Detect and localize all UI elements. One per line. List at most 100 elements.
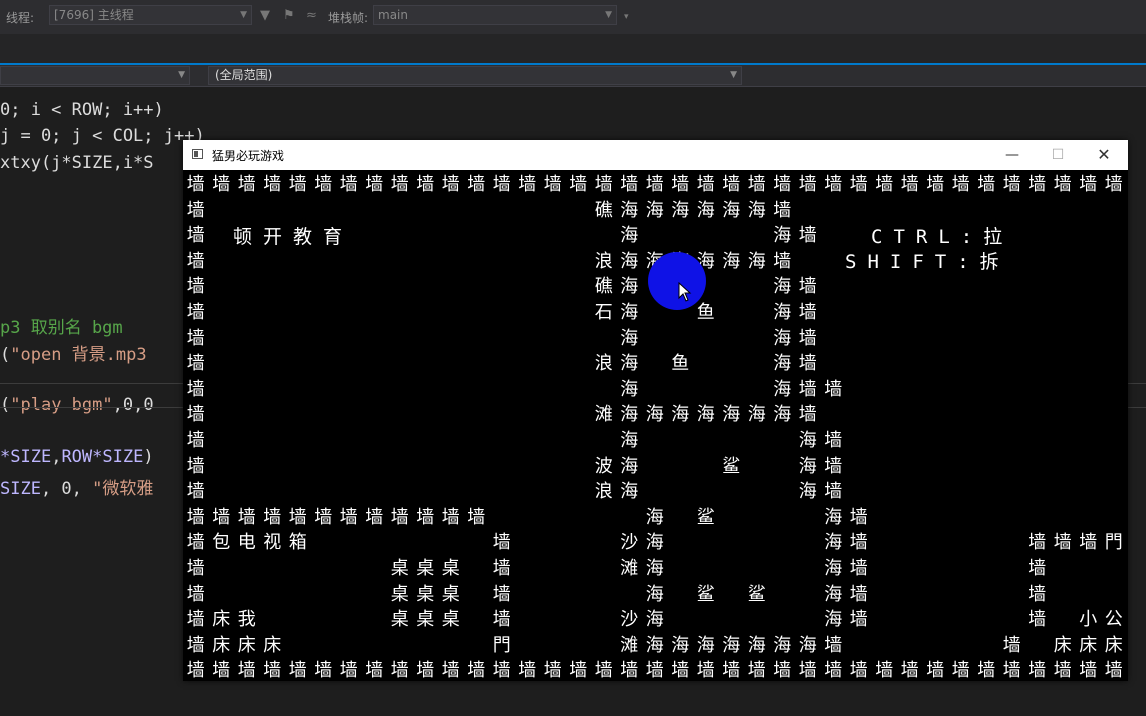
map-cell [617,582,643,608]
map-cell [872,582,898,608]
map-cell: 墙 [594,660,613,682]
map-cell [1050,274,1076,300]
flag-icon[interactable]: ⚑ [283,8,295,23]
map-cell: 墙 [722,174,741,195]
map-cell [948,582,974,608]
map-cell [260,402,286,428]
map-cell: 墙 [492,557,511,579]
map-cell [1101,479,1127,505]
map-cell [846,633,872,659]
map-cell: 海 [696,634,715,656]
map-cell [515,505,541,531]
map-cell [285,582,311,608]
map-cell [413,198,439,224]
map-cell [285,479,311,505]
map-cell [719,223,745,249]
overflow-icon[interactable]: ▾ [624,12,629,22]
map-cell [744,223,770,249]
map-cell [438,351,464,377]
game-window-titlebar[interactable]: 猛男必玩游戏 — ☐ ✕ [183,140,1128,170]
thread-combo[interactable]: [7696] 主线程 ▼ [49,5,252,25]
map-cell [515,249,541,275]
maximize-button[interactable]: ☐ [1035,140,1081,170]
map-cell: 墙 [365,660,384,682]
code-line[interactable]: xtxy(j*SIZE,i*S [0,153,154,173]
map-cell: 墙 [288,660,307,682]
map-cell [540,428,566,454]
map-cell: 墙 [671,660,690,682]
map-cell: 海 [798,634,817,656]
map-cell [387,377,413,403]
minimize-button[interactable]: — [989,140,1035,170]
map-cell: 桌 [390,583,409,605]
map-cell [464,428,490,454]
map-cell [1025,249,1051,275]
map-cell [974,530,1000,556]
map-cell: 鱼 [696,301,715,323]
map-cell [1101,300,1127,326]
map-cell: 海 [773,634,792,656]
project-combo[interactable]: ▼ [0,66,190,85]
map-cell [515,223,541,249]
map-cell [693,428,719,454]
game-canvas[interactable]: 墙墙墙墙墙墙墙墙墙墙墙墙墙墙墙墙墙墙墙墙墙墙墙墙墙墙墙墙墙墙墙墙墙墙墙墙墙墙礁海… [183,170,1128,681]
map-cell: 包 [212,532,231,554]
close-button[interactable]: ✕ [1081,140,1127,170]
map-cell: 床 [212,634,231,656]
map-cell [897,300,923,326]
map-cell [260,454,286,480]
map-cell [668,505,694,531]
map-cell [719,274,745,300]
map-cell: 滩 [620,634,639,656]
map-cell [540,633,566,659]
map-cell [285,326,311,352]
company-label: 顿开教育 [233,226,354,248]
map-cell: 石 [594,301,613,323]
code-line[interactable]: ("open 背景.mp3 [0,340,147,365]
map-cell [897,198,923,224]
code-line[interactable]: p3 取别名 bgm [0,313,123,338]
map-cell: 海 [798,481,817,503]
map-cell: 墙 [824,481,843,503]
map-cell: 海 [722,404,741,426]
map-cell: 海 [620,276,639,298]
map-cell [566,607,592,633]
map-cell [948,402,974,428]
map-cell [974,556,1000,582]
code-line[interactable]: ("play bgm",0,0 [0,395,154,415]
code-line[interactable]: 0; i < ROW; i++) [0,100,164,120]
map-cell [464,326,490,352]
map-cell: 墙 [1002,634,1021,656]
threads-icon[interactable]: ≈ [306,8,317,23]
map-cell [438,198,464,224]
map-cell: 浪 [594,250,613,272]
map-cell [336,402,362,428]
map-cell [260,607,286,633]
map-cell [336,556,362,582]
code-line[interactable]: j = 0; j < COL; j++) [0,126,205,146]
code-line[interactable]: *SIZE,ROW*SIZE) [0,447,154,467]
map-cell: 海 [671,634,690,656]
map-cell [668,479,694,505]
scope-combo[interactable]: (全局范围) ▼ [208,66,742,85]
map-cell: 海 [620,199,639,221]
map-cell [974,300,1000,326]
map-cell [362,351,388,377]
map-cell [413,530,439,556]
map-cell: 墙 [594,174,613,195]
map-cell [362,402,388,428]
map-cell [923,556,949,582]
game-window[interactable]: 猛男必玩游戏 — ☐ ✕ 墙墙墙墙墙墙墙墙墙墙墙墙墙墙墙墙墙墙墙墙墙墙墙墙墙墙墙… [183,140,1128,681]
map-cell [1076,223,1102,249]
map-cell [719,582,745,608]
filter-icon[interactable]: ▼ [260,8,270,23]
map-cell [566,454,592,480]
map-cell [1076,505,1102,531]
map-cell [719,428,745,454]
map-cell [464,479,490,505]
stack-frame-combo[interactable]: main ▼ [373,5,617,25]
map-cell [515,556,541,582]
map-cell [209,556,235,582]
code-line[interactable]: SIZE, 0, "微软雅 [0,474,153,499]
map-cell [923,377,949,403]
